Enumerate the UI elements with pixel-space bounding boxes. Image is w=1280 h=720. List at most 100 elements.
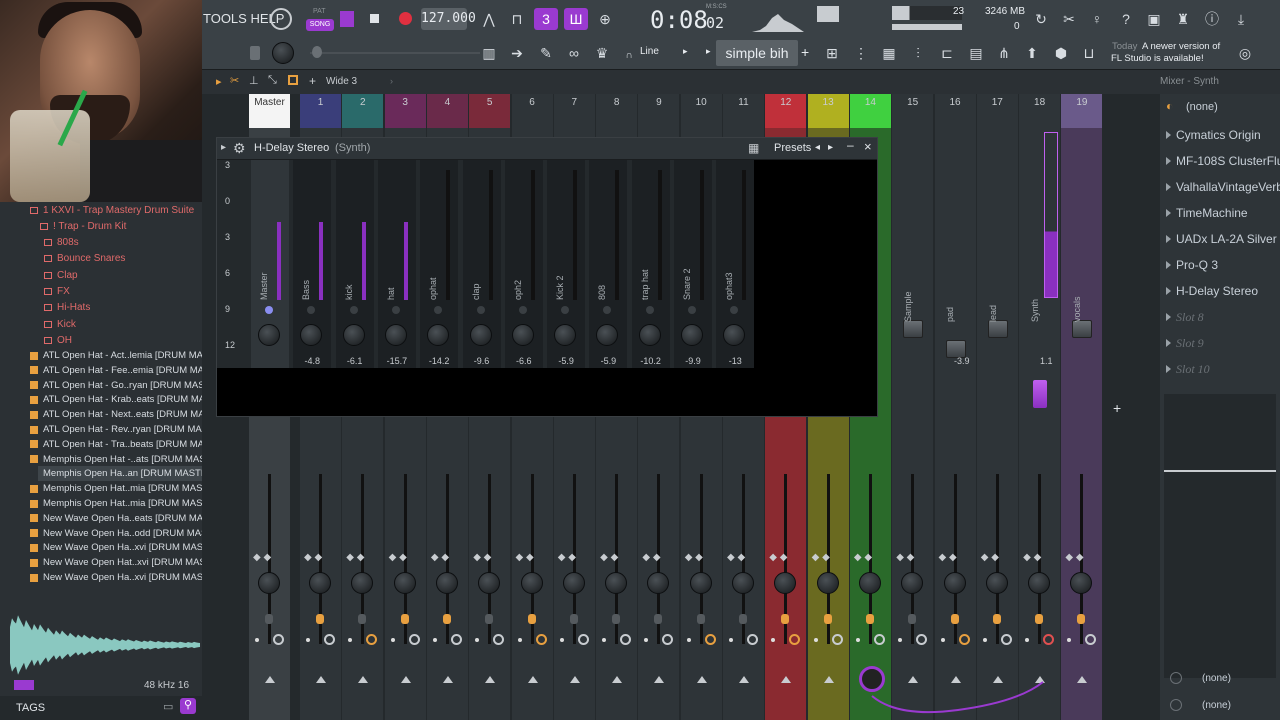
- browser-folder[interactable]: Kick: [44, 316, 76, 332]
- record-blend-icon[interactable]: Ш: [564, 8, 588, 30]
- effect-slot[interactable]: Slot 8: [1160, 306, 1280, 328]
- route-arrow-icon[interactable]: [316, 676, 326, 683]
- master-volume-knob[interactable]: [270, 8, 292, 30]
- mute-led[interactable]: [1035, 614, 1044, 624]
- solo-dot[interactable]: [855, 638, 860, 642]
- plugin-expand-icon[interactable]: ▸: [221, 142, 226, 153]
- latency-clock-icon[interactable]: [958, 634, 970, 645]
- solo-dot[interactable]: [390, 638, 395, 642]
- effect-slot[interactable]: UADx LA-2A Silver C: [1160, 228, 1280, 250]
- synth-fader[interactable]: [1033, 380, 1047, 408]
- plugin-gear-icon[interactable]: ⚙: [233, 140, 246, 157]
- solo-dot[interactable]: [255, 638, 259, 642]
- stereo-separation-icon[interactable]: ◆ ◆: [812, 552, 846, 566]
- send-indicator[interactable]: [307, 306, 316, 314]
- solo-dot[interactable]: [644, 638, 649, 642]
- mixer-layout-icon[interactable]: [288, 75, 298, 85]
- pan-knob[interactable]: [435, 572, 458, 594]
- effect-slot[interactable]: H-Delay Stereo: [1160, 280, 1280, 302]
- cart-icon[interactable]: ⊔: [1078, 42, 1100, 64]
- mixer-add-icon[interactable]: +: [309, 74, 316, 88]
- pan-knob[interactable]: [732, 572, 754, 594]
- mute-led[interactable]: [358, 614, 367, 624]
- arrow-right-icon[interactable]: ➔: [506, 42, 528, 64]
- stereo-separation-icon[interactable]: ◆ ◆: [600, 552, 634, 566]
- send-indicator[interactable]: [349, 306, 358, 314]
- browser-folder[interactable]: 1 KXVI - Trap Mastery Drum Suite: [30, 202, 194, 218]
- stereo-separation-icon[interactable]: ◆ ◆: [685, 552, 719, 566]
- solo-dot[interactable]: [813, 638, 818, 642]
- send-level-knob[interactable]: [258, 324, 280, 346]
- record-button[interactable]: [399, 12, 412, 25]
- mixer-strip[interactable]: 19 ◆ ◆: [1061, 94, 1103, 720]
- send-level-knob[interactable]: [681, 324, 703, 346]
- latency-clock-icon[interactable]: [366, 634, 378, 645]
- pan-knob[interactable]: [351, 572, 374, 594]
- news-text[interactable]: A newer version of FL Studio is availabl…: [1111, 41, 1229, 67]
- channel-rack-icon[interactable]: ⋮: [850, 42, 872, 64]
- preset-prev-icon[interactable]: ◂: [815, 142, 820, 153]
- stereo-separation-icon[interactable]: ◆ ◆: [304, 552, 338, 566]
- effect-slot[interactable]: Pro-Q 3: [1160, 254, 1280, 276]
- route-arrow-icon[interactable]: [400, 676, 411, 683]
- mute-led[interactable]: [781, 614, 790, 624]
- mute-led[interactable]: [442, 614, 451, 624]
- send-indicator[interactable]: [730, 306, 739, 314]
- latency-clock-icon[interactable]: [1043, 634, 1055, 645]
- minimize-icon[interactable]: –: [847, 138, 854, 152]
- browser-folder[interactable]: Hi-Hats: [44, 300, 90, 316]
- send-level-knob[interactable]: [384, 324, 407, 346]
- send-slot-2[interactable]: (none): [1160, 694, 1280, 716]
- browser-folder[interactable]: FX: [44, 284, 70, 300]
- save-icon[interactable]: ▣: [1143, 8, 1165, 30]
- download-icon[interactable]: ⤓: [1230, 8, 1252, 30]
- plugin-channel-column[interactable]: Snare 2 -9.9: [674, 160, 712, 368]
- stereo-separation-icon[interactable]: ◆ ◆: [854, 552, 888, 566]
- latency-clock-icon[interactable]: [450, 634, 462, 645]
- folder-icon[interactable]: ▭: [163, 700, 173, 713]
- send-indicator[interactable]: [434, 306, 443, 314]
- send-indicator[interactable]: [476, 306, 485, 314]
- route-arrow-icon[interactable]: [569, 676, 580, 683]
- mute-led[interactable]: [865, 614, 874, 624]
- paint-icon[interactable]: ✎: [535, 42, 557, 64]
- pan-knob[interactable]: [258, 572, 280, 594]
- solo-dot[interactable]: [940, 638, 945, 642]
- plugin-channel-column[interactable]: ophat3 -13: [716, 160, 755, 368]
- send-level-knob[interactable]: [342, 324, 365, 346]
- plugin-grid-icon[interactable]: ▦: [748, 141, 759, 155]
- add-pattern-icon[interactable]: +: [801, 44, 809, 60]
- stereo-separation-icon[interactable]: ◆ ◆: [1023, 552, 1057, 566]
- search-icon[interactable]: ⚲: [180, 698, 196, 714]
- send-indicator[interactable]: [391, 306, 400, 314]
- mute-led[interactable]: [739, 614, 747, 624]
- plugin-channel-column[interactable]: Master: [251, 160, 289, 368]
- tags-label[interactable]: TAGS: [16, 702, 45, 714]
- stereo-separation-icon[interactable]: ◆ ◆: [642, 552, 676, 566]
- help-icon[interactable]: ?: [1115, 8, 1137, 30]
- effect-slot[interactable]: Cymatics Origin: [1160, 124, 1280, 146]
- stamp-icon[interactable]: ♛: [591, 42, 613, 64]
- master-pitch-slider[interactable]: [310, 52, 480, 54]
- pan-knob[interactable]: [901, 572, 924, 594]
- browser-file[interactable]: New Wave Open Ha..xvi [DRUM MASTERY]: [30, 570, 231, 585]
- mute-led[interactable]: [527, 614, 536, 624]
- stamp-2-icon[interactable]: ⬢: [1050, 42, 1072, 64]
- pan-knob[interactable]: [858, 572, 881, 594]
- volume-fader[interactable]: [903, 320, 924, 338]
- mute-led[interactable]: [992, 614, 1001, 624]
- metronome-icon[interactable]: ⋀: [478, 8, 500, 30]
- mute-led[interactable]: [823, 614, 832, 624]
- latency-clock-icon[interactable]: [273, 634, 284, 645]
- mute-led[interactable]: [950, 614, 959, 624]
- pan-knob[interactable]: [943, 572, 966, 594]
- route-arrow-icon[interactable]: [442, 676, 453, 683]
- send-level-knob[interactable]: [511, 324, 534, 346]
- send-slot-1[interactable]: (none): [1160, 667, 1280, 689]
- pitch-handle[interactable]: [250, 46, 260, 60]
- send-indicator[interactable]: [561, 306, 570, 314]
- file-icon[interactable]: ▤: [965, 42, 987, 64]
- latency-clock-icon[interactable]: [1000, 634, 1012, 645]
- pan-knob[interactable]: [478, 572, 501, 594]
- browser-file[interactable]: Memphis Open Ha..an [DRUM MASTERY]: [38, 466, 223, 482]
